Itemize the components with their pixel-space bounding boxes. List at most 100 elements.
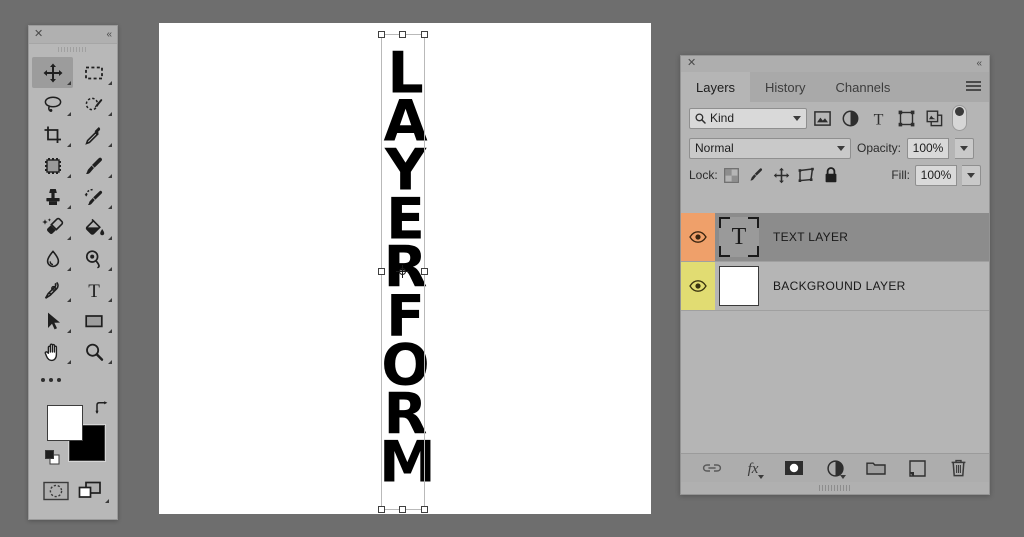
dodge-tool[interactable] <box>73 243 114 274</box>
chevron-down-icon <box>837 145 845 151</box>
clone-stamp-tool[interactable] <box>32 181 73 212</box>
close-icon[interactable]: ✕ <box>34 28 43 41</box>
edit-toolbar-button[interactable] <box>29 367 117 393</box>
tools-panel-grip[interactable] <box>29 44 117 55</box>
fill-stepper[interactable] <box>962 164 981 186</box>
filter-enable-toggle[interactable] <box>952 105 967 131</box>
layer-name[interactable]: TEXT LAYER <box>763 230 848 244</box>
frame-tool[interactable] <box>32 150 73 181</box>
canvas-vertical-text: L A Y E R F O R M <box>379 45 436 497</box>
layer-visibility-toggle[interactable] <box>681 213 715 261</box>
chevron-down-icon <box>840 475 846 479</box>
tool-more-corner-icon <box>67 174 71 178</box>
blend-mode-select[interactable]: Normal <box>689 137 851 159</box>
close-icon[interactable]: ✕ <box>687 57 696 70</box>
layer-thumbnail-text[interactable]: T <box>719 217 759 257</box>
blur-drop-icon <box>46 249 59 267</box>
quick-selection-tool[interactable] <box>73 88 114 119</box>
layers-panel: ✕ « Layers History Channels Kind T Norma… <box>680 55 990 495</box>
layer-visibility-toggle[interactable] <box>681 262 715 310</box>
lasso-tool[interactable] <box>32 88 73 119</box>
type-tool[interactable]: T <box>73 274 114 305</box>
opacity-stepper[interactable] <box>955 137 975 159</box>
lasso-icon <box>44 95 61 112</box>
crop-icon <box>44 126 61 143</box>
svg-text:T: T <box>88 281 100 301</box>
clone-stamp-icon <box>45 188 60 205</box>
move-tool[interactable] <box>32 57 73 88</box>
fill-label: Fill: <box>891 168 910 182</box>
path-selection-tool[interactable] <box>32 305 73 336</box>
quick-mask-button[interactable] <box>41 480 71 502</box>
history-brush-icon <box>84 188 102 205</box>
tab-layers[interactable]: Layers <box>681 72 751 102</box>
foreground-color-swatch[interactable] <box>47 405 83 441</box>
tool-more-corner-icon <box>108 81 112 85</box>
more-dot-icon <box>57 378 61 382</box>
lock-image-pixels-icon[interactable] <box>745 165 768 185</box>
collapse-chevron-icon[interactable]: « <box>106 28 112 41</box>
hand-tool[interactable] <box>32 336 73 367</box>
lock-position-icon[interactable] <box>770 165 793 185</box>
pen-icon <box>44 281 59 299</box>
swap-colors-icon[interactable] <box>95 401 109 415</box>
link-layers-button[interactable] <box>700 457 724 479</box>
tool-more-corner-icon <box>67 112 71 116</box>
tool-more-corner-icon <box>108 236 112 240</box>
delete-layer-button[interactable] <box>946 457 970 479</box>
filter-shape-icon[interactable] <box>894 107 919 129</box>
layers-panel-titlebar: ✕ « <box>681 56 989 72</box>
eraser-tool[interactable] <box>32 212 73 243</box>
tool-grid: T <box>29 55 117 367</box>
layer-list[interactable]: T TEXT LAYER BACKGROUND LAYER <box>681 213 989 454</box>
filter-smart-object-icon[interactable] <box>922 107 947 129</box>
blur-tool[interactable] <box>32 243 73 274</box>
tools-panel-titlebar: ✕ « <box>29 26 117 44</box>
blend-mode-row: Normal Opacity: 100% <box>681 134 989 162</box>
collapse-chevron-icon[interactable]: « <box>976 57 982 70</box>
fill-group: Fill: 100% <box>891 164 981 186</box>
history-brush-tool[interactable] <box>73 181 114 212</box>
opacity-label: Opacity: <box>857 141 902 155</box>
eyedropper-tool[interactable] <box>73 119 114 150</box>
layer-name[interactable]: BACKGROUND LAYER <box>763 279 906 293</box>
filter-type-icon[interactable]: T <box>866 107 891 129</box>
panel-menu-icon[interactable] <box>966 81 981 93</box>
crop-tool[interactable] <box>32 119 73 150</box>
chevron-down-icon <box>967 172 975 178</box>
fill-input[interactable]: 100% <box>915 164 957 186</box>
add-mask-button[interactable] <box>782 457 806 479</box>
brush-tool[interactable] <box>73 150 114 181</box>
filter-adjustment-icon[interactable] <box>838 107 863 129</box>
new-layer-button[interactable] <box>905 457 929 479</box>
lock-transparent-pixels-icon[interactable] <box>720 165 743 185</box>
filter-kind-label: Kind <box>710 111 735 125</box>
marquee-tool[interactable] <box>73 57 114 88</box>
new-adjustment-layer-button[interactable] <box>823 457 847 479</box>
opacity-input[interactable]: 100% <box>907 137 950 159</box>
thumb-corner-icon <box>719 217 730 228</box>
lock-all-icon[interactable] <box>820 165 843 185</box>
rectangle-tool[interactable] <box>73 305 114 336</box>
layer-row-background[interactable]: BACKGROUND LAYER <box>681 262 989 311</box>
layer-style-button[interactable]: fx <box>741 457 765 479</box>
tool-more-corner-icon <box>108 267 112 271</box>
document-canvas[interactable]: L A Y E R F O R M <box>159 23 651 514</box>
gradient-tool[interactable] <box>73 212 114 243</box>
pen-tool[interactable] <box>32 274 73 305</box>
tab-channels[interactable]: Channels <box>820 72 905 102</box>
tab-history[interactable]: History <box>750 72 820 102</box>
canvas-letter: M <box>379 430 436 497</box>
tool-more-corner-icon <box>108 174 112 178</box>
new-group-button[interactable] <box>864 457 888 479</box>
default-colors-icon[interactable] <box>45 450 61 465</box>
lock-artboard-icon[interactable] <box>795 165 818 185</box>
layer-thumbnail-white[interactable] <box>719 266 759 306</box>
layers-panel-resize-grip[interactable] <box>681 482 989 494</box>
layer-row-text[interactable]: T TEXT LAYER <box>681 213 989 262</box>
tool-more-corner-icon <box>67 267 71 271</box>
zoom-tool[interactable] <box>73 336 114 367</box>
filter-kind-select[interactable]: Kind <box>689 107 807 129</box>
filter-pixel-icon[interactable] <box>810 107 835 129</box>
screen-mode-button[interactable] <box>75 480 109 503</box>
